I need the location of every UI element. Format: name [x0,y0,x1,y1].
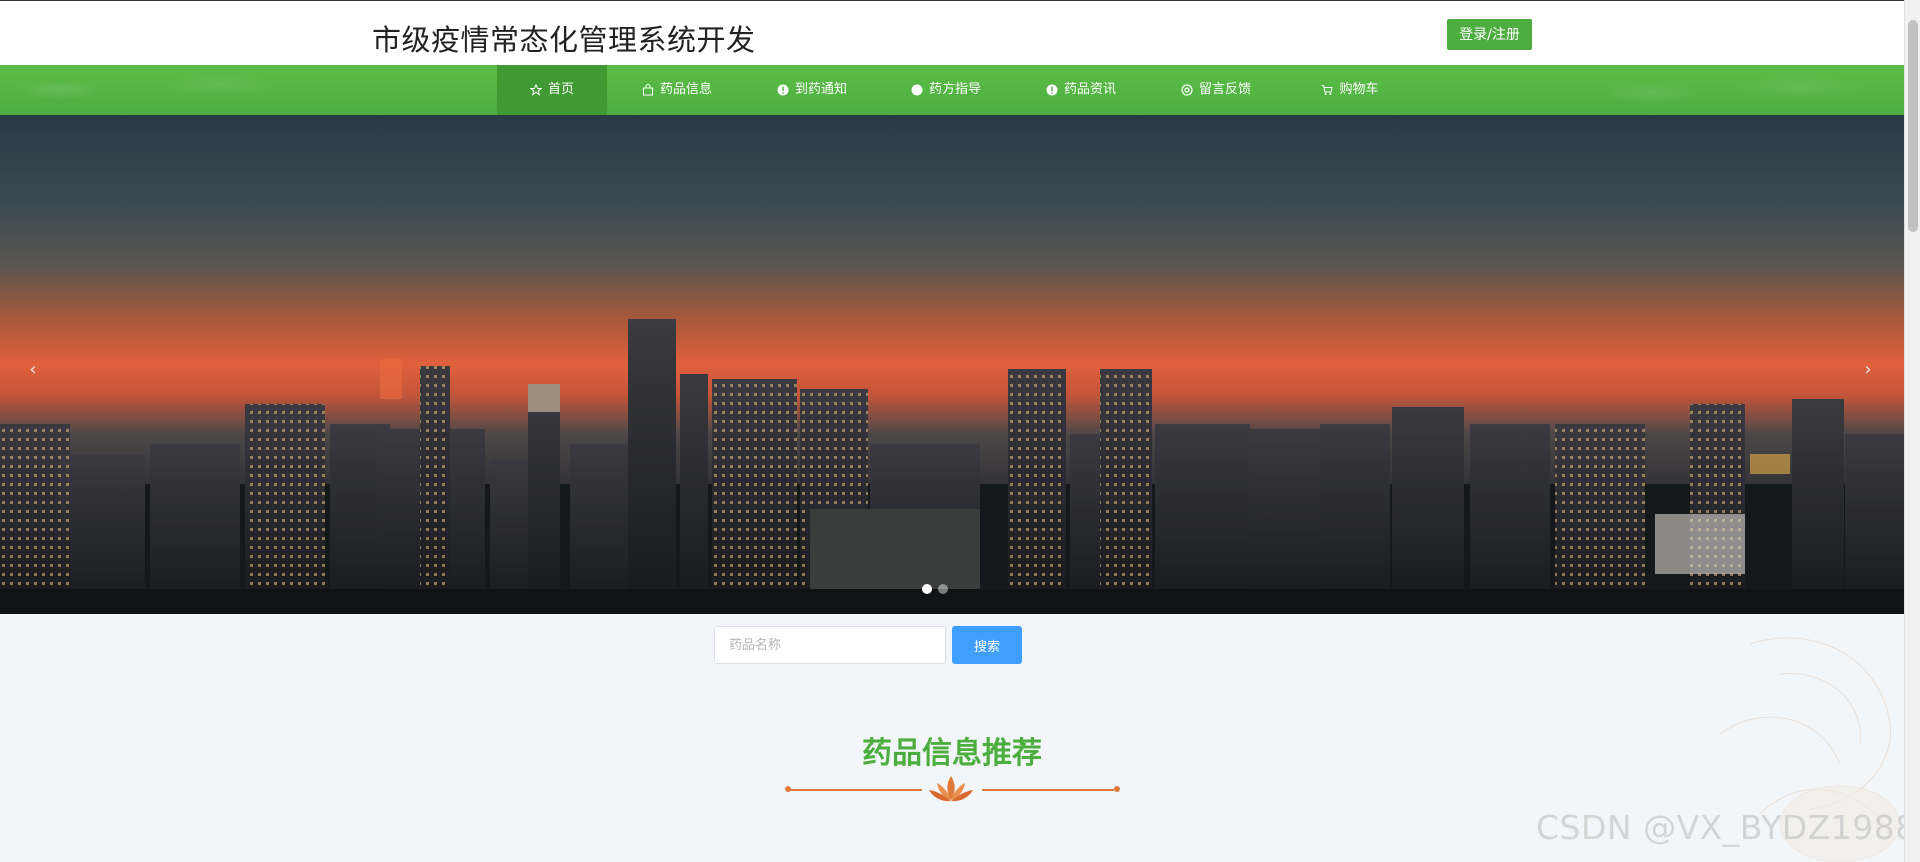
nav-item-medicine-news[interactable]: 药品资讯 [1026,65,1136,115]
nav-item-home[interactable]: 首页 [497,65,607,115]
carousel-dot[interactable] [922,584,932,594]
carousel-dot[interactable] [938,584,948,594]
carousel-next-arrow[interactable]: › [1856,355,1880,385]
banner-carousel[interactable]: ‹ › [0,115,1904,614]
info-icon [777,84,789,96]
gear-icon [1181,84,1193,96]
nav-item-label: 购物车 [1339,82,1379,97]
city-skyline-image [0,319,1904,614]
login-register-button[interactable]: 登录/注册 [1447,19,1532,50]
circle-icon [911,84,923,96]
divider-dot-right [1114,786,1120,792]
page-scrollbar[interactable] [1904,0,1920,862]
scrollbar-thumb[interactable] [1908,20,1918,232]
bag-icon [642,84,654,96]
main-nav: 首页 药品信息 到药通知 药方指导 药品资讯 留言反馈 购物车 [0,65,1904,115]
carousel-prev-arrow[interactable]: ‹ [21,355,45,385]
nav-item-label: 留言反馈 [1198,82,1251,97]
page: 市级疫情常态化管理系统开发 登录/注册 首页 药品信息 到药通知 药方指导 药品… [0,0,1920,862]
nav-item-medicine-info[interactable]: 药品信息 [622,65,732,115]
info-icon [1046,84,1058,96]
nav-item-prescription-guide[interactable]: 药方指导 [891,65,1001,115]
nav-item-label: 药方指导 [928,82,981,97]
search-button[interactable]: 搜索 [952,626,1022,664]
nav-item-label: 药品信息 [659,82,712,97]
cart-icon [1321,84,1334,96]
nav-item-label: 药品资讯 [1063,82,1116,97]
section-title: 药品信息推荐 [862,736,1042,771]
nav-item-arrival-notice[interactable]: 到药通知 [757,65,867,115]
carousel-indicators [922,584,948,594]
medicine-search-input[interactable] [714,626,946,664]
lotus-icon [929,776,973,802]
header: 市级疫情常态化管理系统开发 登录/注册 [0,0,1904,65]
nav-item-feedback[interactable]: 留言反馈 [1161,65,1271,115]
watermark: CSDN @VX_BYDZ1988 [1536,808,1917,847]
site-title: 市级疫情常态化管理系统开发 [372,23,756,57]
nav-item-cart[interactable]: 购物车 [1295,65,1405,115]
nav-item-label: 到药通知 [794,82,847,97]
star-icon [529,84,542,96]
divider-line-right [982,789,1114,791]
divider-line-left [790,789,922,791]
nav-item-label: 首页 [547,82,574,97]
